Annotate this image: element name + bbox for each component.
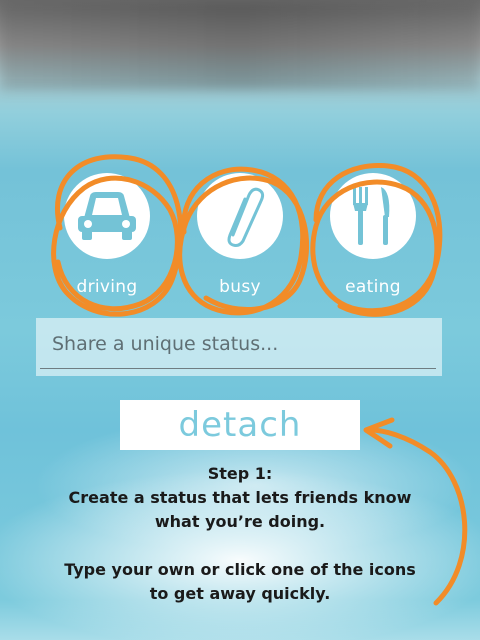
status-option-busy[interactable]: busy bbox=[171, 173, 309, 297]
status-option-driving[interactable]: driving bbox=[38, 173, 176, 297]
app-screen: driving busy eating detac bbox=[0, 0, 480, 640]
annotation-arrowhead bbox=[363, 417, 395, 449]
status-label-busy: busy bbox=[219, 277, 261, 297]
tutorial-tip-line1: Type your own or click one of the icons bbox=[64, 560, 416, 579]
blurred-header bbox=[0, 0, 480, 90]
detach-button[interactable]: detach bbox=[120, 400, 360, 450]
driving-icon-circle[interactable] bbox=[64, 173, 150, 259]
busy-icon-circle[interactable] bbox=[197, 173, 283, 259]
eating-icon-circle[interactable] bbox=[330, 173, 416, 259]
status-input[interactable] bbox=[46, 324, 430, 364]
fork-knife-icon bbox=[353, 187, 390, 245]
paperclip-icon bbox=[227, 187, 265, 247]
tutorial-step-line2: what you’re doing. bbox=[154, 512, 326, 531]
tutorial-step-line1: Create a status that lets friends know bbox=[68, 488, 412, 507]
car-icon bbox=[78, 192, 136, 240]
tutorial-step-title: Step 1: bbox=[207, 464, 273, 483]
tutorial-text: Step 1: Create a status that lets friend… bbox=[40, 462, 440, 606]
status-label-driving: driving bbox=[76, 277, 138, 297]
status-option-eating[interactable]: eating bbox=[304, 173, 442, 297]
status-input-underline bbox=[40, 368, 436, 369]
status-label-eating: eating bbox=[345, 277, 401, 297]
tutorial-tip-line2: to get away quickly. bbox=[149, 584, 331, 603]
